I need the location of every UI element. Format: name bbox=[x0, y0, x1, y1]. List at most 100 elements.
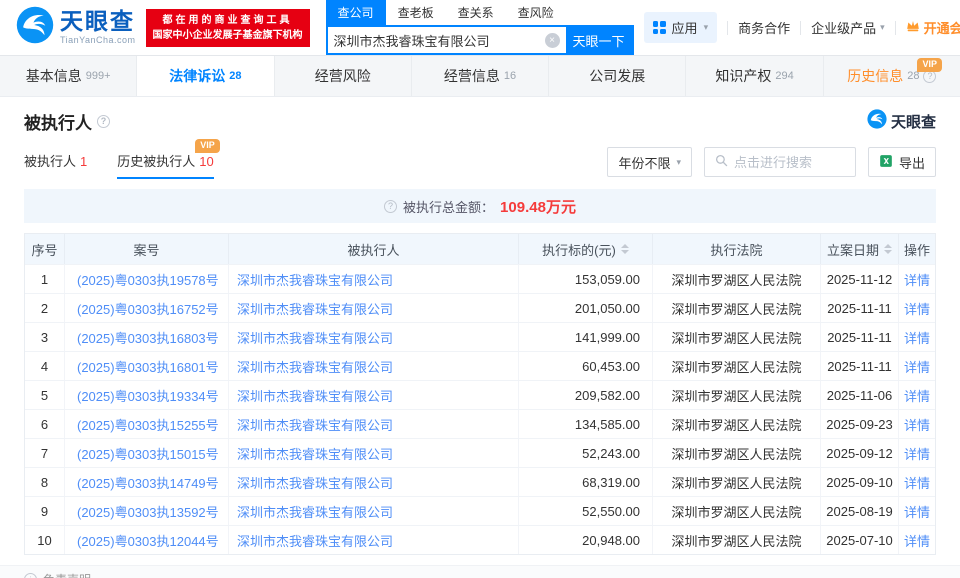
case-number-link[interactable]: (2025)粤0303执13592号 bbox=[65, 497, 229, 525]
search-tab-查老板[interactable]: 查老板 bbox=[386, 0, 446, 25]
detail-link[interactable]: 详情 bbox=[899, 352, 935, 380]
detail-link[interactable]: 详情 bbox=[899, 439, 935, 467]
info-icon: i bbox=[24, 573, 37, 578]
tab-count: 294 bbox=[775, 70, 794, 82]
search-tab-查关系[interactable]: 查关系 bbox=[446, 0, 506, 25]
detail-link[interactable]: 详情 bbox=[899, 323, 935, 351]
enterprise-products-label: 企业级产品 bbox=[811, 21, 877, 36]
excel-export-icon bbox=[879, 154, 893, 171]
clear-search-icon[interactable]: × bbox=[544, 32, 560, 48]
court-name: 深圳市罗湖区人民法院 bbox=[653, 468, 821, 496]
column-header[interactable]: 执行标的(元) bbox=[519, 234, 653, 264]
case-number-link[interactable]: (2025)粤0303执15015号 bbox=[65, 439, 229, 467]
tab-label: 知识产权 bbox=[715, 68, 772, 84]
case-number-link[interactable]: (2025)粤0303执16803号 bbox=[65, 323, 229, 351]
filing-date: 2025-11-11 bbox=[821, 352, 899, 380]
nav-business-cooperation[interactable]: 商务合作 bbox=[738, 18, 790, 37]
tab-知识产权[interactable]: 知识产权 294 bbox=[686, 56, 824, 96]
filing-date: 2025-09-12 bbox=[821, 439, 899, 467]
company-link[interactable]: 深圳市杰我睿珠宝有限公司 bbox=[229, 497, 519, 525]
detail-link[interactable]: 详情 bbox=[899, 410, 935, 438]
subtab-label: 历史被执行人 bbox=[117, 154, 196, 169]
help-question-icon[interactable]: ? bbox=[97, 114, 110, 128]
amount-value: 52,550.00 bbox=[519, 497, 653, 525]
sort-asc-icon bbox=[884, 244, 892, 248]
column-header-label: 被执行人 bbox=[347, 242, 400, 258]
case-number-link[interactable]: (2025)粤0303执15255号 bbox=[65, 410, 229, 438]
list-search-box[interactable] bbox=[703, 147, 856, 177]
company-link[interactable]: 深圳市杰我睿珠宝有限公司 bbox=[229, 381, 519, 409]
tab-法律诉讼[interactable]: 法律诉讼 28 bbox=[137, 56, 275, 96]
company-link[interactable]: 深圳市杰我睿珠宝有限公司 bbox=[229, 468, 519, 496]
sort-icon[interactable] bbox=[884, 244, 892, 254]
logo-domain: TianYanCha.com bbox=[60, 35, 136, 45]
detail-link[interactable]: 详情 bbox=[899, 526, 935, 554]
company-link[interactable]: 深圳市杰我睿珠宝有限公司 bbox=[229, 352, 519, 380]
apps-menu[interactable]: 应用 ▾ bbox=[643, 12, 718, 43]
slogan-line-1: 都在用的商业查询工具 bbox=[162, 14, 293, 26]
tianyancha-watermark-icon bbox=[867, 109, 887, 133]
court-name: 深圳市罗湖区人民法院 bbox=[653, 410, 821, 438]
export-button[interactable]: 导出 bbox=[867, 147, 936, 177]
amount-value: 153,059.00 bbox=[519, 265, 653, 293]
tab-label: 公司发展 bbox=[589, 68, 646, 84]
tianyancha-logo[interactable]: 天眼查 TianYanCha.com bbox=[16, 6, 136, 49]
row-index: 2 bbox=[25, 294, 65, 322]
tab-经营信息[interactable]: 经营信息 16 bbox=[412, 56, 550, 96]
nav-open-membership[interactable]: 开通会员 ▾ bbox=[906, 18, 960, 37]
subtabs: 被执行人 1 历史被执行人 10 VIP bbox=[24, 139, 220, 179]
case-number-link[interactable]: (2025)粤0303执12044号 bbox=[65, 526, 229, 554]
tab-基本信息[interactable]: 基本信息 999+ bbox=[0, 56, 138, 96]
case-number-link[interactable]: (2025)粤0303执16801号 bbox=[65, 352, 229, 380]
detail-link[interactable]: 详情 bbox=[899, 381, 935, 409]
case-number-link[interactable]: (2025)粤0303执19578号 bbox=[65, 265, 229, 293]
tab-公司发展[interactable]: 公司发展 bbox=[549, 56, 687, 96]
row-index: 8 bbox=[25, 468, 65, 496]
table-row: 6 (2025)粤0303执15255号 深圳市杰我睿珠宝有限公司 134,585.0… bbox=[25, 409, 935, 438]
company-link[interactable]: 深圳市杰我睿珠宝有限公司 bbox=[229, 323, 519, 351]
subtab-被执行人[interactable]: 被执行人 1 bbox=[24, 151, 87, 179]
tab-历史信息[interactable]: 历史信息 28? VIP bbox=[824, 56, 960, 96]
company-link[interactable]: 深圳市杰我睿珠宝有限公司 bbox=[229, 265, 519, 293]
case-number-link[interactable]: (2025)粤0303执16752号 bbox=[65, 294, 229, 322]
disclaimer-link[interactable]: 免责声明 bbox=[43, 571, 91, 578]
column-header: 操作 bbox=[899, 234, 935, 264]
detail-link[interactable]: 详情 bbox=[899, 497, 935, 525]
search-button[interactable]: 天眼一下 bbox=[565, 27, 632, 53]
column-header[interactable]: 立案日期 bbox=[821, 234, 899, 264]
company-link[interactable]: 深圳市杰我睿珠宝有限公司 bbox=[229, 439, 519, 467]
chevron-down-icon: ▾ bbox=[676, 156, 681, 167]
company-link[interactable]: 深圳市杰我睿珠宝有限公司 bbox=[229, 526, 519, 554]
detail-link[interactable]: 详情 bbox=[899, 294, 935, 322]
row-index: 1 bbox=[25, 265, 65, 293]
company-link[interactable]: 深圳市杰我睿珠宝有限公司 bbox=[229, 294, 519, 322]
apps-grid-icon bbox=[652, 21, 666, 34]
row-index: 5 bbox=[25, 381, 65, 409]
table-header: 序号 案号 被执行人 执行标的(元) 执行法院 立案日期 操作 bbox=[25, 234, 935, 264]
court-name: 深圳市罗湖区人民法院 bbox=[653, 526, 821, 554]
help-question-icon[interactable]: ? bbox=[384, 199, 398, 213]
subtab-label: 被执行人 bbox=[24, 154, 77, 169]
tab-经营风险[interactable]: 经营风险 bbox=[275, 56, 412, 96]
court-name: 深圳市罗湖区人民法院 bbox=[653, 352, 821, 380]
case-number-link[interactable]: (2025)粤0303执19334号 bbox=[65, 381, 229, 409]
filing-date: 2025-11-12 bbox=[821, 265, 899, 293]
company-link[interactable]: 深圳市杰我睿珠宝有限公司 bbox=[229, 410, 519, 438]
crown-icon bbox=[906, 20, 920, 35]
subtab-历史被执行人[interactable]: 历史被执行人 10 VIP bbox=[117, 139, 220, 179]
sort-icon[interactable] bbox=[620, 244, 629, 254]
row-index: 4 bbox=[25, 352, 65, 380]
nav-enterprise-products[interactable]: 企业级产品 ▾ bbox=[811, 18, 885, 37]
detail-link[interactable]: 详情 bbox=[899, 265, 935, 293]
detail-link[interactable]: 详情 bbox=[899, 468, 935, 496]
search-input[interactable] bbox=[327, 32, 545, 48]
list-search-input[interactable] bbox=[733, 154, 845, 170]
top-nav: 应用 ▾ 商务合作 企业级产品 ▾ 开通会员 ▾ 费米 ▾ bbox=[643, 12, 960, 43]
amount-value: 201,050.00 bbox=[519, 294, 653, 322]
case-number-link[interactable]: (2025)粤0303执14749号 bbox=[65, 468, 229, 496]
search-tab-查风险[interactable]: 查风险 bbox=[506, 0, 566, 25]
divider bbox=[800, 20, 802, 35]
year-filter-dropdown[interactable]: 年份不限 ▾ bbox=[607, 147, 692, 177]
column-header: 执行法院 bbox=[653, 234, 821, 264]
search-tab-查公司[interactable]: 查公司 bbox=[325, 0, 386, 25]
